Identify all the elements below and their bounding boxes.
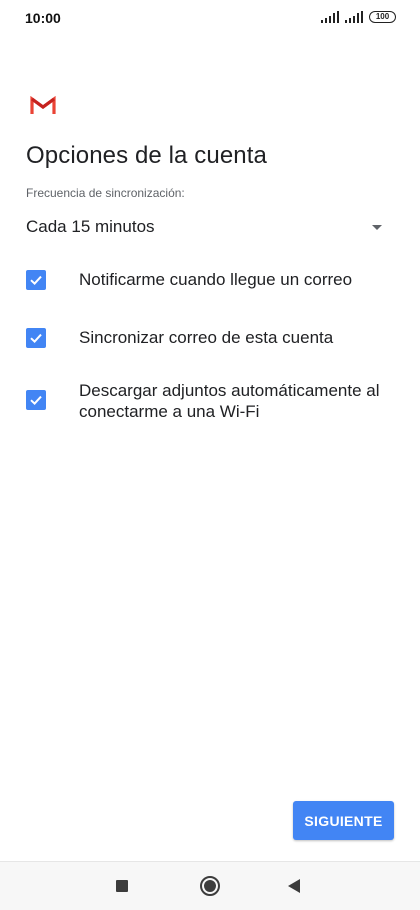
sync-frequency-value: Cada 15 minutos (26, 217, 155, 236)
dropdown-arrow-icon (372, 224, 382, 230)
status-icons: 100 (321, 11, 396, 23)
option-sync-mail[interactable]: Sincronizar correo de esta cuenta (26, 327, 396, 348)
status-time: 10:00 (25, 10, 61, 26)
option-label: Notificarme cuando llegue un correo (79, 270, 353, 289)
option-label: Descargar adjuntos automáticamente al co… (79, 381, 380, 421)
recents-square-icon[interactable] (116, 880, 128, 892)
checkbox-notify-new-mail[interactable] (26, 270, 46, 290)
status-bar: 10:00 100 (0, 0, 420, 36)
option-label: Sincronizar correo de esta cuenta (79, 328, 334, 347)
option-notify-new-mail[interactable]: Notificarme cuando llegue un correo (26, 269, 396, 290)
checkbox-download-attachments[interactable] (26, 390, 46, 410)
back-triangle-icon[interactable] (288, 879, 300, 893)
battery-icon: 100 (369, 11, 396, 23)
checkbox-sync-mail[interactable] (26, 328, 46, 348)
next-button[interactable]: SIGUIENTE (293, 801, 394, 840)
page-title: Opciones de la cuenta (26, 142, 267, 169)
signal-icon (321, 11, 339, 23)
screen: 10:00 100 Opciones de la cuenta Frecuenc… (0, 0, 420, 910)
nav-bar (0, 861, 420, 910)
home-circle-icon[interactable] (200, 876, 220, 896)
signal-icon (345, 11, 363, 23)
home-circle-inner (204, 880, 216, 892)
checkmark-icon (30, 275, 42, 286)
gmail-icon (30, 96, 56, 114)
checkmark-icon (30, 395, 42, 406)
checkmark-icon (30, 333, 42, 344)
sync-frequency-label: Frecuencia de sincronización: (26, 186, 185, 200)
sync-frequency-dropdown[interactable]: Cada 15 minutos (26, 212, 388, 242)
option-download-attachments[interactable]: Descargar adjuntos automáticamente al co… (26, 380, 396, 422)
